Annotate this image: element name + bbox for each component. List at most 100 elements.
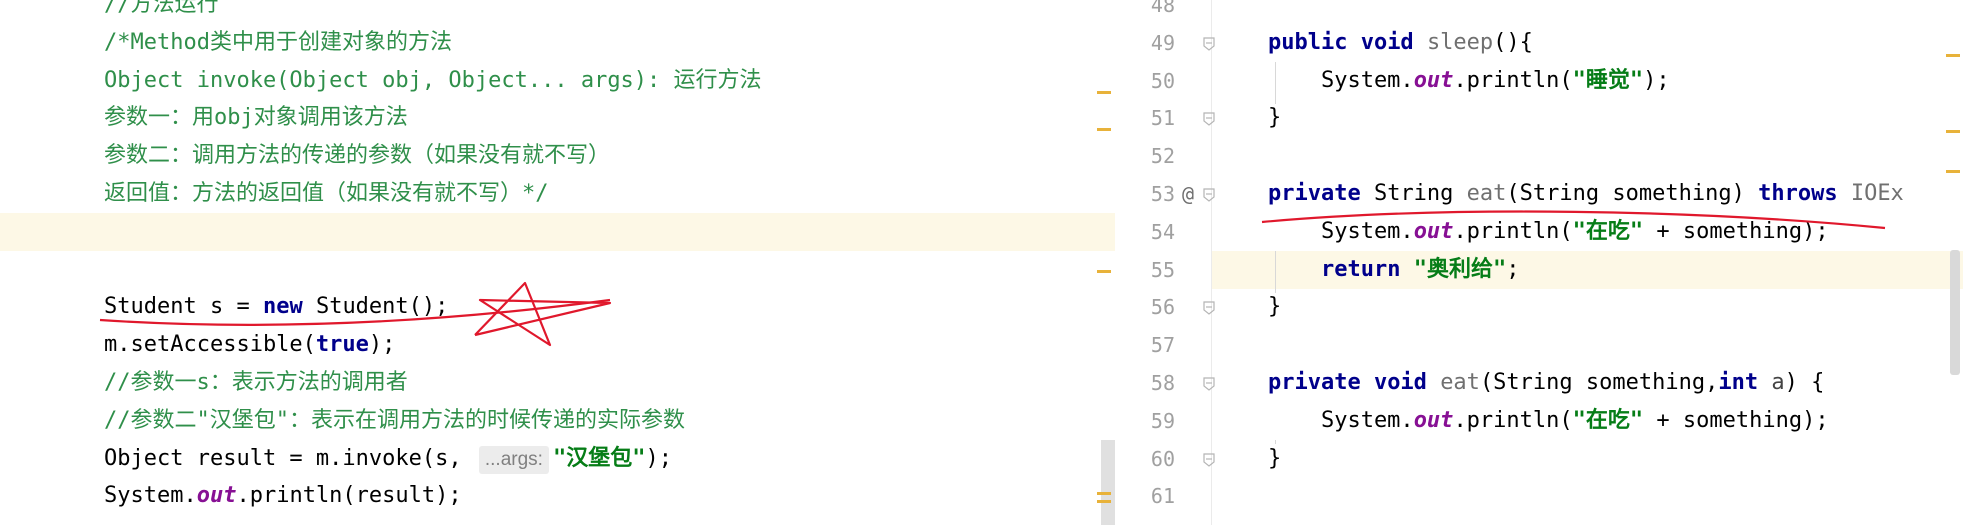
fold-marker-icon[interactable]: [1203, 111, 1215, 127]
code-token: System.: [1215, 407, 1414, 433]
code-token: .println(: [1453, 218, 1573, 244]
line-number: 55: [1150, 257, 1175, 282]
right-editor-pane[interactable]: 48 49 public void sleep(){50 System.out.p…: [1115, 0, 1963, 525]
error-stripe-mark: [1097, 270, 1111, 273]
code-token: }: [1215, 105, 1282, 131]
code-token: eat: [1466, 181, 1507, 206]
code-token: }: [1215, 445, 1282, 471]
code-line: System.out.println("在吃" + something);: [1215, 402, 1829, 440]
error-stripe-mark: [1097, 91, 1111, 94]
right-scrollbar-thumb[interactable]: [1950, 250, 1960, 375]
line-number: 49: [1150, 30, 1175, 55]
code-token: Student s =: [104, 294, 263, 320]
code-token: a: [1771, 370, 1785, 395]
code-token: private void: [1267, 370, 1427, 395]
code-token: "奥利给": [1413, 256, 1507, 282]
line-number: 53: [1150, 182, 1175, 206]
code-token: private: [1267, 181, 1361, 206]
line-number: 51: [1150, 106, 1175, 131]
fold-marker-icon[interactable]: [1203, 36, 1215, 51]
code-line: Object result = m.invoke(s, ...args: "汉堡包…: [104, 440, 672, 478]
code-token: .println(result);: [236, 483, 462, 509]
fold-marker-icon[interactable]: [1203, 187, 1215, 202]
code-line: }: [1215, 440, 1281, 478]
code-line: //方法运行: [104, 0, 219, 24]
code-token: m.setAccessible(: [104, 332, 316, 358]
code-token: + something);: [1643, 218, 1829, 244]
left-editor-pane[interactable]: //方法运行 /*Method类中用于创建对象的方法 Object invoke(O…: [0, 0, 1115, 525]
override-annotation-icon[interactable]: @: [1182, 175, 1194, 213]
code-token: System.: [104, 483, 197, 509]
code-token: System.: [1215, 67, 1414, 93]
code-line: System.out.println(result);: [104, 477, 462, 515]
code-line: Student s = new Student();: [104, 288, 448, 326]
line-number: 61: [1150, 484, 1175, 509]
error-stripe-mark: [1946, 54, 1960, 57]
code-line: Object invoke(Object obj, Object... args…: [104, 62, 762, 100]
code-line: return "奥利给";: [1215, 251, 1519, 289]
code-line: //参数一s：表示方法的调用者: [104, 364, 408, 402]
code-token: IOEx: [1837, 181, 1904, 206]
fold-marker-icon[interactable]: [1203, 376, 1215, 391]
fold-marker-icon[interactable]: [1203, 300, 1215, 316]
code-line: System.out.println("睡觉");: [1215, 62, 1670, 100]
fold-marker-icon[interactable]: [1203, 452, 1215, 467]
code-line: 参数一：用obj对象调用该方法: [104, 99, 408, 137]
left-scrollbar[interactable]: [1101, 440, 1115, 525]
line-number: 57: [1150, 333, 1175, 358]
code-token: );: [645, 445, 672, 471]
code-token: 参数一：用obj对象调用该方法: [104, 105, 408, 131]
code-line: 返回值：方法的返回值（如果没有就不写）*/: [104, 175, 549, 213]
indent-guide: [1275, 61, 1276, 104]
code-token: + something);: [1643, 407, 1829, 433]
indent-guide: [1275, 250, 1276, 293]
code-token: "睡觉": [1572, 67, 1644, 93]
code-token: out: [1413, 67, 1454, 93]
line-number: 52: [1150, 144, 1175, 169]
line-number: 54: [1150, 219, 1175, 244]
line-number: 60: [1150, 446, 1175, 471]
code-token: "汉堡包": [552, 445, 646, 471]
code-token: new: [262, 294, 303, 320]
code-token: String: [1360, 181, 1467, 206]
code-token: "在吃": [1572, 407, 1644, 433]
indent-guide: [1275, 439, 1276, 444]
error-stripe-mark: [1097, 128, 1111, 131]
code-line: /*Method类中用于创建对象的方法: [104, 24, 452, 62]
code-token: //方法运行: [104, 0, 219, 17]
code-line: private String eat(String something) thr…: [1215, 175, 1904, 213]
error-stripe-mark: [1946, 130, 1960, 133]
current-line-highlight: [0, 213, 1115, 251]
code-token: Object result = m.invoke(s,: [104, 445, 475, 471]
error-stripe-mark: [1946, 170, 1960, 173]
error-stripe-mark: [1097, 500, 1111, 503]
code-token: (){: [1493, 29, 1533, 55]
line-number: 59: [1150, 408, 1175, 433]
code-token: (String something,: [1479, 370, 1719, 395]
code-line: public void sleep(){: [1215, 24, 1533, 62]
code-token: (String something): [1506, 181, 1759, 206]
code-token: out: [196, 483, 237, 509]
code-token: sleep: [1426, 29, 1494, 55]
code-token: true: [315, 332, 369, 358]
code-token: Object invoke(Object obj, Object... args…: [104, 67, 762, 93]
code-token: out: [1413, 218, 1454, 244]
code-line: }: [1215, 288, 1281, 326]
code-token: /*Method类中用于创建对象的方法: [104, 29, 452, 55]
code-token: throws: [1758, 181, 1838, 206]
line-number: 50: [1150, 68, 1175, 93]
parameter-hint: ...args:: [478, 445, 549, 474]
code-line: System.out.println("在吃" + something);: [1215, 213, 1829, 251]
code-token: .println(: [1453, 67, 1573, 93]
code-token: public void: [1267, 29, 1414, 55]
line-number: 58: [1150, 371, 1175, 395]
code-line: }: [1215, 99, 1281, 137]
